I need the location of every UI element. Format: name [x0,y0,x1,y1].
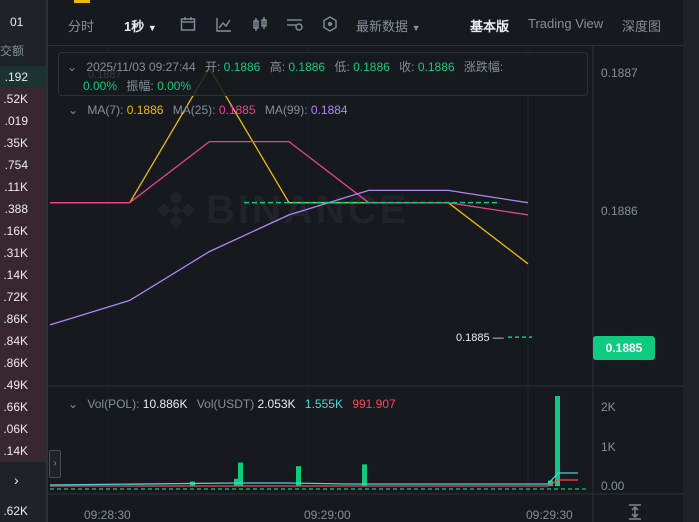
ma25-label: MA(25): [172,103,216,117]
ma7-label: MA(7): [87,103,124,117]
expand-handle[interactable]: › [49,450,61,478]
series-line-2 [49,189,529,326]
high-label: 高: [269,60,286,74]
order-row-value: .14K [0,440,48,462]
time-tick: 09:29:00 [304,508,351,522]
candle-icon[interactable] [252,16,268,35]
basic-version-tab[interactable]: 基本版 [470,16,509,35]
vol-value: 10.886K [142,397,188,411]
volume-tick: 1K [601,440,616,454]
order-row-value: .019 [0,110,48,132]
side-panel-edge [683,0,699,522]
ma7-value: 0.1886 [126,103,164,117]
order-row-value: .49K [0,374,48,396]
amplitude-label: 振幅: [126,79,154,93]
order-row-value: .86K [0,352,48,374]
order-row-value: .14K [0,264,48,286]
ma99-label: MA(99): [264,103,308,117]
volume-ma-a-line [49,472,578,486]
change-label: 涨跌幅: [463,60,504,74]
chevron-down-icon[interactable]: ⌄ [68,397,78,411]
interval-1s-button[interactable]: 1秒 ▼ [124,16,157,35]
chevron-down-icon[interactable]: ⌄ [67,60,77,74]
open-value: 0.1886 [223,60,261,74]
chevron-right-icon[interactable]: › [14,472,19,488]
order-row-value: .35K [0,132,48,154]
vol-ma-b-value: 991.907 [352,397,396,411]
price-tick: 0.1886 [601,204,638,218]
latest-data-dropdown[interactable]: 最新数据 ▼ [356,16,421,35]
trading-view-tab[interactable]: Trading View [528,16,603,31]
order-list-panel: 01 交额 .192.52K .019.35K .754.11K .388.16K .3… [0,0,48,522]
ma25-value: 0.1885 [218,103,256,117]
interval-time-button[interactable]: 分时 [68,16,94,35]
series-line-0 [50,66,529,265]
high-value: 0.1886 [288,60,326,74]
order-row-value: .66K [0,396,48,418]
legend-datetime: 2025/11/03 09:27:44 [86,60,196,74]
indicator-icon[interactable] [216,16,232,35]
ma-legend: ⌄ MA(7): 0.1886 MA(25): 0.1885 MA(99): 0… [68,103,348,117]
order-row-value: .388 [0,198,48,220]
low-value: 0.1886 [353,60,390,74]
order-row-value: .84K [0,330,48,352]
low-marker-label: 0.1885 — [456,332,504,344]
order-row-value: .16K [0,220,48,242]
order-row-value: .72K [0,286,48,308]
volume-bar [362,464,367,486]
order-row-value: .31K [0,242,48,264]
current-price-tag: 0.1885 [593,336,655,360]
time-tick: 09:28:30 [84,508,131,522]
close-value: 0.1886 [417,60,455,74]
vol-ma-a-value: 1.555K [304,397,343,411]
chevron-down-icon[interactable]: ⌄ [68,103,78,117]
vol-label: Vol(POL): [87,397,140,411]
order-row-value: .86K [0,308,48,330]
chevron-down-icon: ▼ [147,23,157,33]
order-row-value: .11K [0,176,48,198]
open-label: 开: [204,60,221,74]
volume-tick: 0.00 [601,479,625,493]
fit-axis-icon[interactable] [628,504,642,522]
amplitude-value: 0.00% [157,79,192,93]
time-tick: 09:29:30 [526,508,573,522]
last-row-value: .62K [3,504,28,518]
calendar-icon[interactable] [180,16,196,35]
order-list-header: 01 交额 [0,0,48,64]
ma99-value: 0.1884 [310,103,348,117]
order-row-value: .52K [0,88,48,110]
chart-panel: 分时 1秒 ▼ 最新数据 ▼ 基本版 Trading View 深度图 BINA… [48,0,699,522]
column-title: 交额 [0,44,25,58]
order-row-value: .06K [0,418,48,440]
ohlc-legend: ⌄ 2025/11/03 09:27:44 开: 0.1886 高: 0.188… [58,52,588,96]
depth-chart-tab[interactable]: 深度图 [622,16,661,35]
order-row-value: .754 [0,154,48,176]
vol-usdt-value: 2.053K [257,397,296,411]
volume-legend: ⌄ Vol(POL): 10.886K Vol(USDT) 2.053K 1.5… [68,397,396,411]
price-tick: 0.1887 [601,66,638,80]
chart-toolbar: 分时 1秒 ▼ 最新数据 ▼ 基本版 Trading View 深度图 [48,0,699,46]
series-line-1 [50,140,529,216]
volume-tick: 2K [601,400,616,414]
change-value: 0.00% [83,79,118,93]
header-value[interactable]: 01 [10,15,23,29]
order-row-value: .192 [0,66,48,88]
close-label: 收: [399,60,415,74]
vol-usdt-label: Vol(USDT) [196,397,255,411]
chevron-down-icon: ▼ [411,23,421,33]
low-label: 低: [334,60,350,74]
settings-icon[interactable] [286,16,303,35]
hexagon-icon[interactable] [322,16,338,35]
